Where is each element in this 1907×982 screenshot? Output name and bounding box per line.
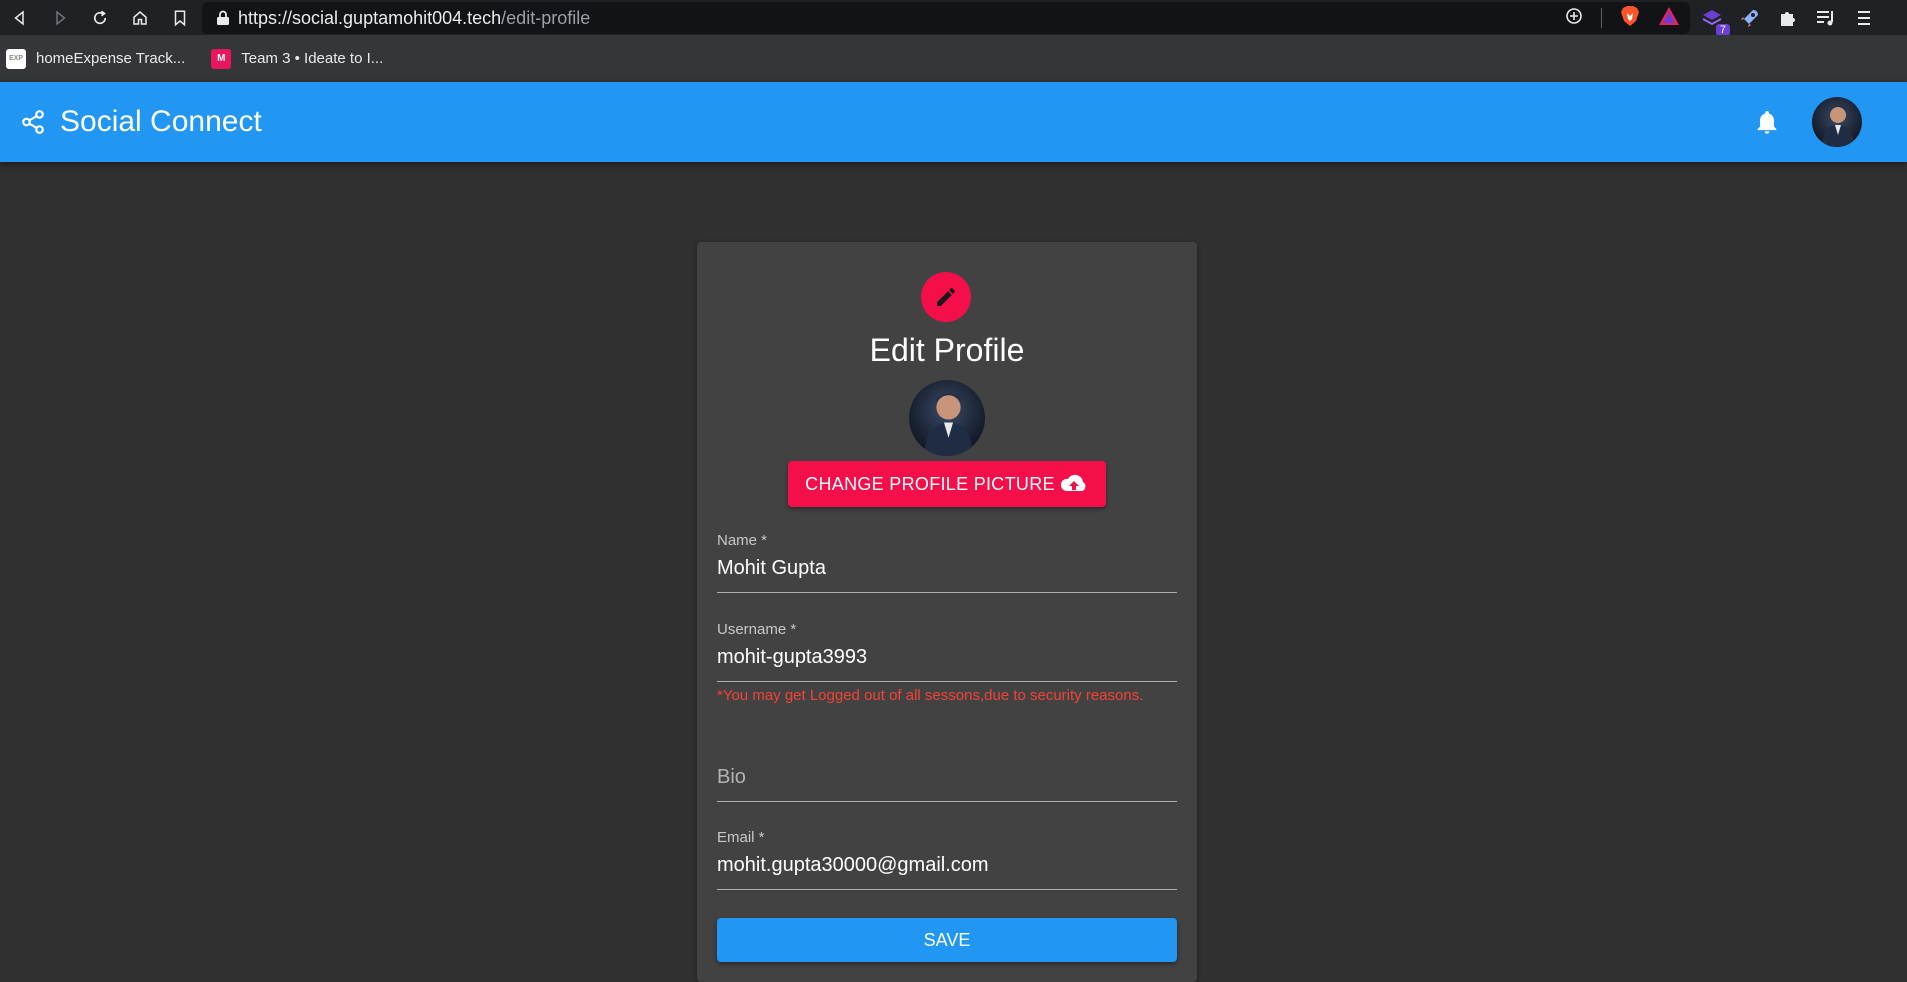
extension-stack-icon[interactable]: 7	[1700, 6, 1730, 36]
email-field[interactable]: Email * mohit.gupta30000@gmail.com	[717, 829, 1177, 890]
reload-icon[interactable]	[80, 0, 120, 35]
extension-badge: 7	[1715, 23, 1730, 36]
extensions-puzzle-icon[interactable]	[1776, 6, 1800, 30]
app-bar: Social Connect	[0, 82, 1907, 162]
bookmark-label: Team 3 • Ideate to I...	[241, 50, 384, 67]
edit-badge	[921, 272, 971, 322]
user-avatar[interactable]	[1812, 97, 1862, 147]
miro-favicon: M	[211, 48, 232, 69]
lock-icon	[208, 10, 238, 26]
name-field[interactable]: Name * Mohit Gupta	[717, 532, 1177, 593]
profile-picture	[909, 380, 985, 456]
zoom-icon[interactable]	[1565, 7, 1583, 30]
share-icon[interactable]	[20, 109, 46, 135]
bookmarks-bar: EXP homeExpense Track... M Team 3 • Idea…	[0, 35, 1907, 82]
username-input[interactable]: mohit-gupta3993	[717, 646, 1177, 682]
brave-shield-icon[interactable]	[1620, 5, 1640, 32]
username-field[interactable]: Username * mohit-gupta3993 *You may get …	[717, 621, 1177, 704]
menu-icon[interactable]	[1852, 6, 1876, 30]
forward-icon[interactable]	[40, 0, 80, 35]
bookmark-homeexpense[interactable]: EXP homeExpense Track...	[6, 48, 186, 69]
bio-input[interactable]: Bio	[717, 766, 1177, 802]
bookmark-team3[interactable]: M Team 3 • Ideate to I...	[211, 48, 384, 69]
username-warning: *You may get Logged out of all sessons,d…	[717, 687, 1144, 704]
home-icon[interactable]	[120, 0, 160, 35]
notification-bell-icon[interactable]	[1753, 108, 1781, 136]
app-title[interactable]: Social Connect	[60, 105, 262, 139]
bookmark-icon[interactable]	[160, 0, 200, 35]
change-picture-label: CHANGE PROFILE PICTURE	[805, 473, 1055, 494]
browser-toolbar: https://social.guptamohit004.tech/edit-p…	[0, 0, 1907, 36]
email-label: Email *	[717, 829, 765, 846]
username-label: Username *	[717, 621, 797, 638]
url-path: /edit-profile	[501, 7, 591, 28]
bio-field[interactable]: Bio	[717, 766, 1177, 802]
email-input[interactable]: mohit.gupta30000@gmail.com	[717, 854, 1177, 890]
name-label: Name *	[717, 532, 768, 549]
homeexpense-favicon: EXP	[6, 48, 26, 69]
pencil-icon	[937, 287, 955, 306]
page-title: Edit Profile	[869, 332, 1025, 368]
url-text: https://social.guptamohit004.tech/edit-p…	[238, 8, 590, 29]
cloud-upload-icon	[1060, 474, 1086, 491]
brave-rewards-icon[interactable]	[1658, 6, 1680, 31]
bookmark-label: homeExpense Track...	[36, 50, 186, 67]
save-button[interactable]: SAVE	[717, 918, 1177, 962]
url-host: https://social.guptamohit004.tech	[238, 7, 502, 28]
divider	[1601, 8, 1602, 28]
name-input[interactable]: Mohit Gupta	[717, 557, 1177, 593]
change-profile-picture-button[interactable]: CHANGE PROFILE PICTURE	[788, 461, 1106, 507]
back-icon[interactable]	[0, 0, 40, 35]
rocket-icon[interactable]	[1738, 6, 1762, 30]
edit-profile-card: Edit Profile CHANGE PROFILE PICTURE Name…	[697, 242, 1197, 982]
playlist-icon[interactable]	[1814, 6, 1838, 30]
address-bar[interactable]: https://social.guptamohit004.tech/edit-p…	[202, 2, 1690, 34]
